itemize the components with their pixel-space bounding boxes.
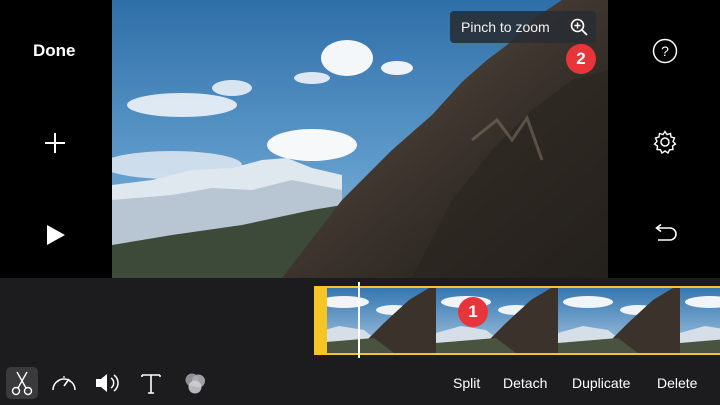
volume-tool[interactable]	[92, 367, 124, 399]
settings-gear-icon[interactable]	[653, 130, 677, 154]
detach-button[interactable]: Detach	[503, 375, 547, 391]
split-button[interactable]: Split	[453, 375, 480, 391]
playhead[interactable]	[358, 282, 360, 358]
scissors-tool[interactable]	[6, 367, 38, 399]
text-icon	[141, 374, 161, 394]
step-badge-2: 2	[566, 44, 596, 74]
speed-gauge-icon	[52, 376, 76, 391]
filters-tool[interactable]	[179, 367, 211, 399]
delete-button[interactable]: Delete	[657, 375, 697, 391]
titles-tool[interactable]	[135, 367, 167, 399]
play-icon[interactable]	[45, 223, 67, 247]
volume-icon	[96, 374, 119, 392]
tooltip-text: Pinch to zoom	[461, 19, 550, 35]
zoom-in-icon	[570, 18, 588, 36]
video-clip[interactable]	[314, 286, 720, 355]
scissors-icon	[11, 371, 33, 396]
clip-thumbnails	[314, 288, 720, 353]
svg-text:?: ?	[661, 43, 669, 59]
left-panel: Done	[0, 0, 112, 278]
done-button[interactable]: Done	[33, 41, 76, 61]
speed-tool[interactable]	[48, 367, 80, 399]
undo-icon[interactable]	[652, 223, 678, 245]
help-icon[interactable]: ?	[652, 38, 678, 64]
right-panel: ?	[608, 0, 720, 278]
filters-icon	[185, 373, 205, 394]
step-badge-1: 1	[458, 297, 488, 327]
add-icon[interactable]	[43, 131, 67, 155]
pinch-to-zoom-tooltip: Pinch to zoom	[450, 11, 596, 43]
duplicate-button[interactable]: Duplicate	[572, 375, 630, 391]
clip-trim-handle[interactable]	[314, 286, 327, 355]
